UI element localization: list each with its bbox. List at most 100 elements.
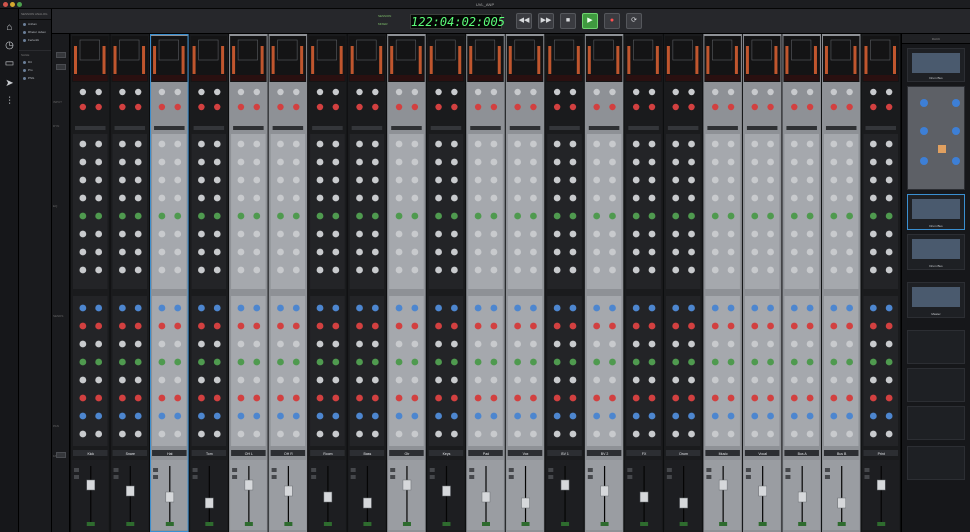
- dynamics-knob[interactable]: [79, 176, 87, 184]
- dynamics-knob[interactable]: [767, 194, 774, 202]
- eq-knob[interactable]: [237, 340, 245, 348]
- eq-knob[interactable]: [846, 376, 854, 384]
- input-knob[interactable]: [672, 103, 679, 111]
- eq-knob[interactable]: [885, 304, 893, 312]
- eq-knob[interactable]: [632, 322, 640, 330]
- eq-knob[interactable]: [648, 304, 656, 312]
- dynamics-knob[interactable]: [846, 194, 854, 202]
- eq-knob[interactable]: [569, 430, 577, 438]
- eq-knob[interactable]: [711, 304, 719, 312]
- eq-knob[interactable]: [688, 340, 695, 348]
- dynamics-knob[interactable]: [514, 194, 522, 202]
- eq-knob[interactable]: [672, 376, 680, 384]
- eq-knob[interactable]: [474, 340, 482, 348]
- input-knob[interactable]: [316, 88, 324, 96]
- eq-knob[interactable]: [806, 430, 814, 438]
- eq-knob[interactable]: [332, 304, 340, 312]
- input-knob[interactable]: [277, 103, 284, 111]
- rack-slot[interactable]: Master: [907, 282, 965, 318]
- eq-knob[interactable]: [213, 358, 221, 366]
- eq-knob[interactable]: [435, 304, 442, 312]
- dynamics-knob[interactable]: [435, 212, 442, 220]
- input-knob[interactable]: [411, 88, 419, 96]
- dynamics-knob[interactable]: [474, 140, 482, 148]
- fader-cap[interactable]: [284, 485, 293, 497]
- dynamics-knob[interactable]: [593, 140, 601, 148]
- dynamics-knob[interactable]: [806, 140, 814, 148]
- eq-knob[interactable]: [316, 430, 324, 438]
- eq-knob[interactable]: [727, 340, 735, 348]
- dynamics-knob[interactable]: [688, 140, 695, 148]
- fader-cap[interactable]: [560, 479, 570, 491]
- eq-knob[interactable]: [632, 394, 640, 402]
- eq-knob[interactable]: [688, 304, 695, 312]
- dynamics-knob[interactable]: [356, 176, 363, 184]
- eq-knob[interactable]: [95, 376, 103, 384]
- dynamics-knob[interactable]: [767, 248, 774, 256]
- eq-knob[interactable]: [688, 430, 695, 438]
- eq-knob[interactable]: [118, 412, 126, 420]
- eq-knob[interactable]: [95, 340, 103, 348]
- rack-slot[interactable]: [907, 446, 965, 480]
- eq-knob[interactable]: [316, 322, 324, 330]
- eq-knob[interactable]: [316, 412, 324, 420]
- eq-knob[interactable]: [118, 304, 126, 312]
- dynamics-knob[interactable]: [727, 158, 735, 166]
- input-knob[interactable]: [214, 103, 221, 111]
- dynamics-knob[interactable]: [292, 140, 300, 148]
- eq-knob[interactable]: [846, 430, 854, 438]
- fader-cap[interactable]: [363, 497, 372, 509]
- input-knob[interactable]: [530, 88, 537, 96]
- fader-cap[interactable]: [402, 479, 412, 491]
- eq-knob[interactable]: [198, 376, 205, 384]
- eq-knob[interactable]: [609, 430, 616, 438]
- dynamics-knob[interactable]: [356, 248, 363, 256]
- dynamics-knob[interactable]: [490, 140, 498, 148]
- eq-knob[interactable]: [751, 376, 759, 384]
- eq-knob[interactable]: [213, 340, 221, 348]
- dynamics-knob[interactable]: [198, 266, 205, 274]
- input-knob[interactable]: [253, 103, 260, 111]
- dynamics-knob[interactable]: [134, 230, 142, 238]
- fader-cap[interactable]: [837, 497, 846, 509]
- eq-knob[interactable]: [593, 394, 601, 402]
- eq-knob[interactable]: [490, 340, 498, 348]
- eq-knob[interactable]: [79, 304, 87, 312]
- input-knob[interactable]: [791, 88, 798, 96]
- dynamics-knob[interactable]: [435, 230, 442, 238]
- insert-slot[interactable]: [470, 126, 501, 130]
- dynamics-knob[interactable]: [790, 140, 798, 148]
- dynamics-knob[interactable]: [530, 194, 537, 202]
- input-knob[interactable]: [648, 88, 656, 96]
- send-icon[interactable]: ➤: [3, 78, 16, 89]
- dynamics-knob[interactable]: [213, 266, 221, 274]
- eq-knob[interactable]: [371, 376, 379, 384]
- sub-item[interactable]: PSG: [19, 74, 51, 82]
- dynamics-knob[interactable]: [806, 194, 814, 202]
- eq-knob[interactable]: [514, 376, 522, 384]
- dynamics-knob[interactable]: [253, 248, 261, 256]
- eq-knob[interactable]: [277, 358, 284, 366]
- eq-knob[interactable]: [395, 376, 403, 384]
- dynamics-knob[interactable]: [237, 248, 245, 256]
- dynamics-knob[interactable]: [435, 158, 442, 166]
- dynamics-knob[interactable]: [767, 176, 774, 184]
- eq-knob[interactable]: [118, 340, 126, 348]
- dynamics-knob[interactable]: [830, 158, 838, 166]
- eq-knob[interactable]: [474, 322, 482, 330]
- eq-knob[interactable]: [727, 412, 735, 420]
- fader-cap[interactable]: [679, 497, 688, 509]
- dynamics-knob[interactable]: [356, 140, 363, 148]
- dynamics-knob[interactable]: [767, 158, 774, 166]
- dynamics-knob[interactable]: [490, 230, 498, 238]
- insert-slot[interactable]: [746, 126, 778, 130]
- eq-knob[interactable]: [158, 394, 166, 402]
- eq-knob[interactable]: [751, 430, 759, 438]
- eq-knob[interactable]: [174, 322, 182, 330]
- input-knob[interactable]: [237, 88, 245, 96]
- input-knob[interactable]: [474, 103, 482, 111]
- solo-button[interactable]: [548, 475, 554, 479]
- eq-knob[interactable]: [632, 376, 640, 384]
- eq-knob[interactable]: [648, 430, 656, 438]
- eq-knob[interactable]: [213, 430, 221, 438]
